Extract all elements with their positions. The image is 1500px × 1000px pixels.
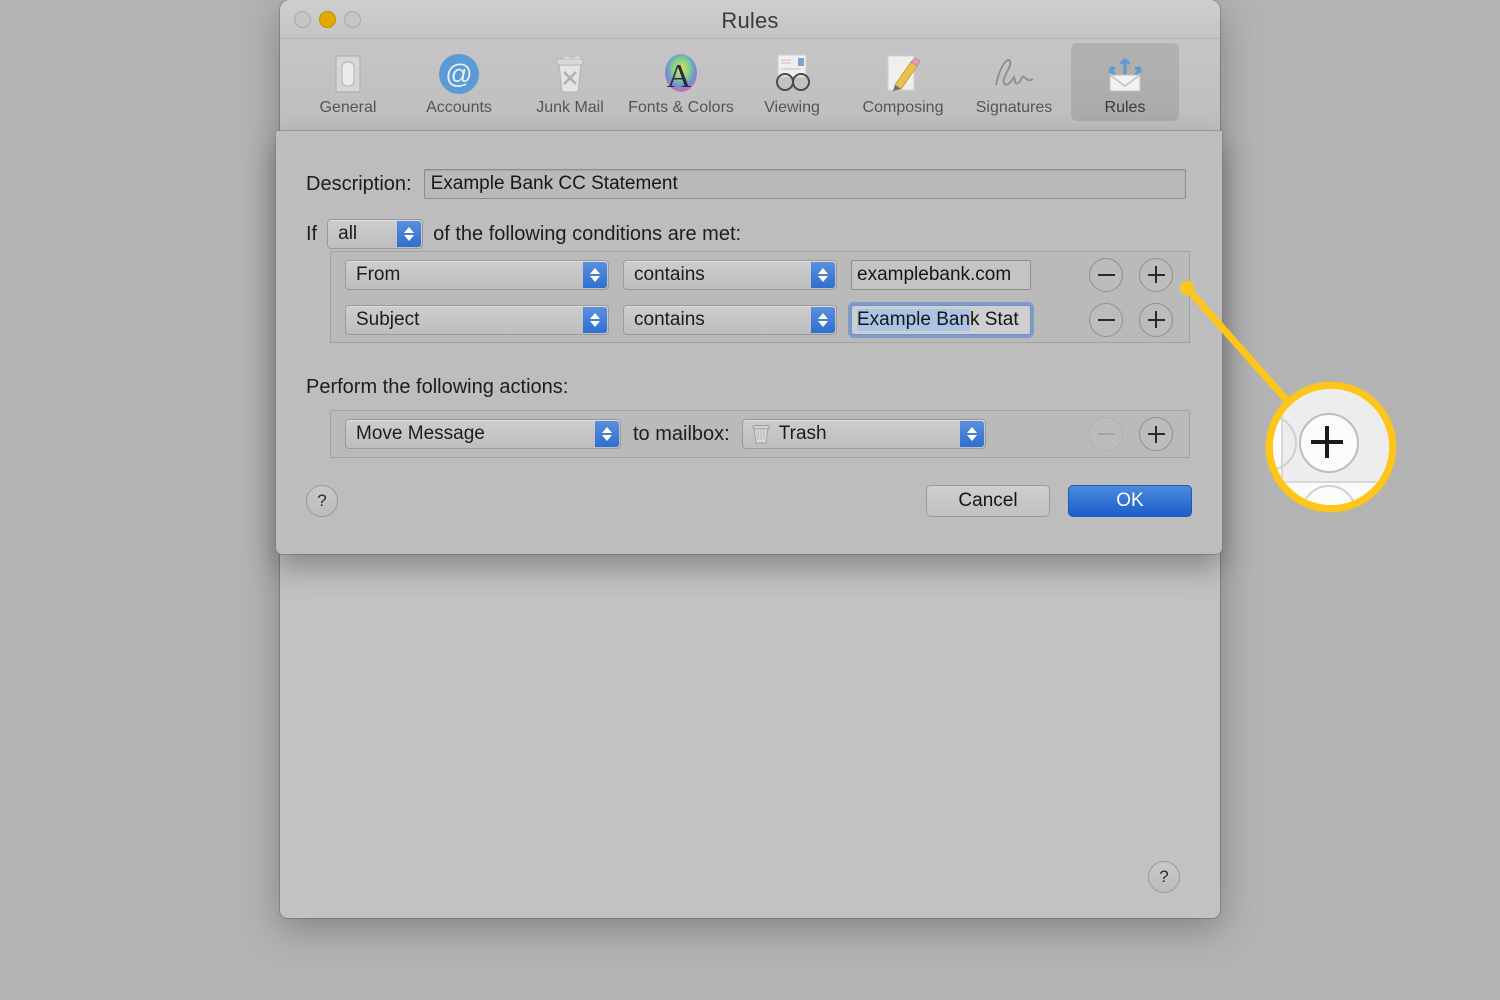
chevron-updown-icon [811,306,835,333]
chevron-updown-icon [959,421,984,447]
chevron-updown-icon [595,421,619,447]
rule-editor-sheet: Description: Example Bank CC Statement I… [276,131,1222,554]
description-row: Description: Example Bank CC Statement [306,169,1186,199]
callout-magnifier [1266,382,1396,512]
condition-operator-value: contains [634,263,705,285]
remove-condition-button[interactable] [1089,302,1123,337]
window-titlebar: Rules [280,0,1220,39]
toolbar-item-accounts[interactable]: @ Accounts [405,43,513,121]
mailbox-value: Trash [778,423,827,444]
condition-value-input[interactable]: examplebank.com [851,259,1031,290]
toolbar-item-signatures[interactable]: Signatures [960,43,1068,121]
if-row: If all of the following conditions are m… [306,219,741,249]
action-row: Move Message to mailbox: Trash [331,411,1189,457]
at-sign-icon: @ [432,47,486,101]
magnified-next-row-button [1301,485,1357,505]
condition-value-input[interactable]: Example Ban k Stat [851,304,1031,335]
condition-field-value: Subject [356,308,420,330]
condition-operator-value: contains [634,308,705,330]
window-title: Rules [721,8,779,33]
general-switch-icon [321,47,375,101]
chevron-updown-icon [811,261,835,288]
description-input[interactable]: Example Bank CC Statement [423,169,1186,199]
screen: Rules General @ Accounts Junk Mail A Fon… [0,0,1500,1000]
condition-row: From contains examplebank.com [331,252,1189,297]
toolbar-label: Signatures [975,99,1053,116]
action-type-select[interactable]: Move Message [345,419,621,449]
svg-text:A: A [667,58,692,95]
window-help-button[interactable]: ? [1148,861,1180,893]
viewing-glasses-icon [765,47,819,101]
sheet-help-button[interactable]: ? [306,485,338,517]
toolbar-item-composing[interactable]: Composing [849,43,957,121]
toolbar-item-junk-mail[interactable]: Junk Mail [516,43,624,121]
add-condition-button[interactable] [1139,257,1173,292]
junk-mail-bin-icon [543,47,597,101]
toolbar-item-viewing[interactable]: Viewing [738,43,846,121]
if-label: If [306,222,318,245]
toolbar-item-fonts-colors[interactable]: A Fonts & Colors [627,43,735,121]
condition-operator-select[interactable]: contains [623,304,837,335]
condition-field-select[interactable]: From [345,259,609,290]
rules-envelope-icon [1098,47,1152,101]
action-type-value: Move Message [356,423,485,444]
condition-row-buttons [1089,257,1173,292]
fonts-colors-icon: A [654,47,708,101]
condition-field-value: From [356,263,401,285]
sheet-button-row: ? Cancel OK [276,481,1222,521]
toolbar-label: Junk Mail [536,99,604,116]
magnified-add-condition-button [1299,413,1359,473]
if-suffix-label: of the following conditions are met: [433,222,742,245]
toolbar-item-general[interactable]: General [294,43,402,121]
condition-value-selected-text: Example Ban [857,308,971,331]
cancel-button[interactable]: Cancel [926,485,1050,517]
chevron-updown-icon [397,221,422,247]
match-type-value: all [338,223,358,244]
toolbar-label: Fonts & Colors [628,99,734,116]
toolbar-label: Composing [862,99,944,116]
add-condition-button[interactable] [1139,302,1173,337]
match-type-select[interactable]: all [327,219,424,249]
condition-operator-select[interactable]: contains [623,259,837,290]
to-mailbox-label: to mailbox: [633,422,730,445]
ok-button[interactable]: OK [1068,485,1192,517]
remove-action-button [1089,417,1123,451]
toolbar-label: Viewing [764,99,820,116]
toolbar-label: Rules [1104,99,1146,116]
condition-value-rest-text: k Stat [970,308,1019,330]
chevron-updown-icon [583,306,607,333]
actions-title: Perform the following actions: [306,376,569,398]
action-row-buttons [1089,417,1173,451]
description-label: Description: [306,172,412,195]
actions-box: Move Message to mailbox: Trash [330,410,1190,458]
toolbar-item-rules[interactable]: Rules [1071,43,1179,121]
svg-text:@: @ [445,59,472,89]
condition-field-select[interactable]: Subject [345,304,609,335]
condition-row: Subject contains Example Ban k Stat [331,297,1189,342]
signature-icon [987,47,1041,101]
toolbar-label: Accounts [426,99,492,116]
conditions-box: From contains examplebank.com Subject co… [330,251,1190,343]
add-action-button[interactable] [1139,417,1173,451]
condition-row-buttons [1089,302,1173,337]
trash-icon [751,423,771,445]
remove-condition-button[interactable] [1089,257,1123,292]
composing-pencil-icon [876,47,930,101]
mailbox-select[interactable]: Trash [741,419,986,449]
preferences-toolbar: General @ Accounts Junk Mail A Fonts & C… [280,39,1220,136]
toolbar-label: General [319,99,377,116]
chevron-updown-icon [583,261,607,288]
